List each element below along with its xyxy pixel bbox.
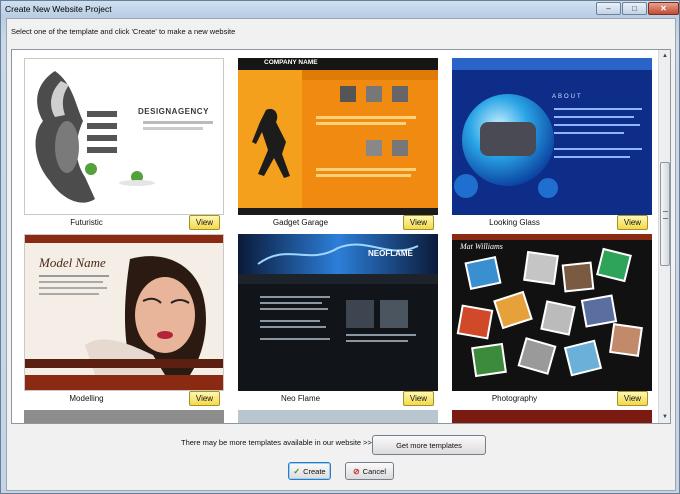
maximize-icon: □ (632, 4, 637, 13)
minimize-icon: – (606, 4, 611, 13)
template-thumbnail[interactable]: Model Name (24, 234, 224, 391)
looking-glass-logo: ABOUT (552, 94, 583, 100)
template-gallery[interactable]: DESIGNAGENCY Futuristic View COMPANY NAM… (11, 49, 671, 424)
template-name: Gadget Garage (272, 218, 329, 227)
scroll-thumb[interactable] (660, 162, 670, 266)
template-thumbnail[interactable]: COMPANY NAME (238, 58, 438, 215)
view-button[interactable]: View (189, 391, 220, 406)
photography-logo: Mat Williams (460, 242, 503, 251)
create-button[interactable]: ✓ Create (288, 462, 331, 480)
neo-flame-logo: NEOFLAME (368, 249, 413, 258)
template-thumbnail[interactable]: Mat Williams (452, 234, 652, 391)
photography-preview (452, 234, 652, 391)
create-button-label: Create (303, 466, 326, 476)
template-card-gadget-garage[interactable]: COMPANY NAME Gadget Garage View (238, 58, 438, 235)
template-thumbnail[interactable]: NEOFLAME (238, 234, 438, 391)
template-card-photography[interactable]: Mat Williams Photography View (452, 234, 652, 411)
template-card-modelling[interactable]: Model Name Modelling View (24, 234, 224, 411)
view-button[interactable]: View (403, 215, 434, 230)
view-button[interactable]: View (403, 391, 434, 406)
create-project-dialog: Create New Website Project – □ ✕ Select … (0, 0, 680, 494)
cancel-button[interactable]: ⊘ Cancel (345, 462, 394, 480)
get-more-templates-button[interactable]: Get more templates (372, 435, 486, 455)
cancel-icon: ⊘ (352, 466, 360, 476)
cancel-button-label: Cancel (362, 466, 387, 476)
template-thumbnail[interactable]: ABOUT (452, 58, 652, 215)
more-templates-note: There may be more templates available in… (181, 438, 372, 447)
gadget-logo: COMPANY NAME (264, 59, 318, 66)
template-card-partial[interactable] (238, 410, 438, 423)
scroll-down-icon[interactable]: ▼ (660, 412, 670, 422)
view-button[interactable]: View (189, 215, 220, 230)
close-icon: ✕ (660, 4, 667, 13)
template-card-futuristic[interactable]: DESIGNAGENCY Futuristic View (24, 58, 224, 235)
template-name: Neo Flame (280, 394, 321, 403)
template-card-partial[interactable] (24, 410, 224, 423)
template-card-partial[interactable] (452, 410, 652, 423)
instruction-text: Select one of the template and click 'Cr… (11, 27, 236, 36)
dialog-body: Select one of the template and click 'Cr… (6, 18, 676, 491)
looking-glass-preview (452, 58, 652, 215)
template-name: Futuristic (70, 218, 103, 227)
title-bar: Create New Website Project – □ ✕ (1, 1, 679, 18)
template-name: Photography (491, 394, 538, 403)
futuristic-logo: DESIGNAGENCY (138, 107, 209, 116)
modelling-logo: Model Name (39, 255, 106, 270)
gadget-garage-preview (238, 58, 438, 215)
futuristic-preview (25, 59, 223, 214)
maximize-button[interactable]: □ (622, 2, 647, 15)
template-name: Modelling (69, 394, 104, 403)
checkmark-icon: ✓ (293, 466, 301, 476)
view-button[interactable]: View (617, 391, 648, 406)
minimize-button[interactable]: – (596, 2, 621, 15)
close-button[interactable]: ✕ (648, 2, 679, 15)
template-name: Looking Glass (489, 218, 540, 227)
template-card-looking-glass[interactable]: ABOUT Looking Glass View (452, 58, 652, 235)
view-button[interactable]: View (617, 215, 648, 230)
template-thumbnail[interactable]: DESIGNAGENCY (24, 58, 224, 215)
scroll-up-icon[interactable]: ▲ (660, 51, 670, 61)
gallery-scrollbar[interactable]: ▲ ▼ (658, 50, 670, 423)
window-title: Create New Website Project (5, 4, 112, 14)
template-card-neo-flame[interactable]: NEOFLAME Neo Flame View (238, 234, 438, 411)
